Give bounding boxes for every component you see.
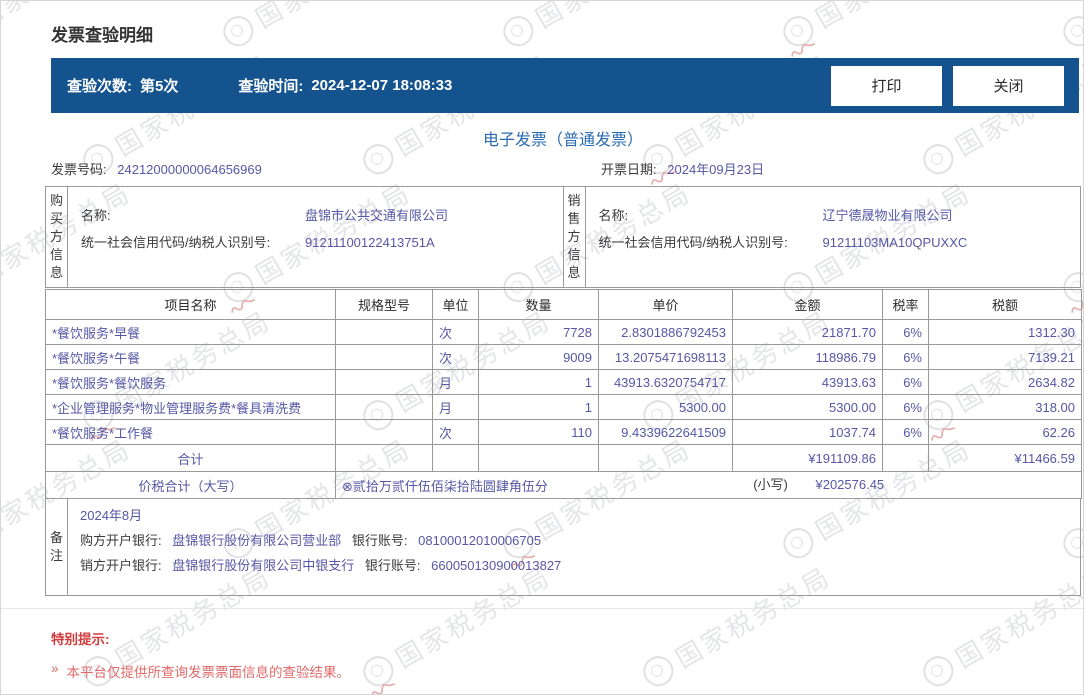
buyer-bank-label: 购方开户银行:: [80, 533, 162, 548]
invoice-date-value: 2024年09月23日: [667, 162, 765, 177]
tax-bureau-emblem-icon: [1057, 10, 1083, 52]
grand-total-small-label: (小写): [753, 477, 788, 492]
buyer-name-label: 名称:: [81, 208, 111, 223]
chevron-bullet-icon: »: [51, 661, 59, 676]
buyer-account-value: 08100012010006705: [418, 533, 542, 548]
buyer-name-value: 盘锦市公共交通有限公司: [305, 208, 449, 223]
seller-account-value: 660050130900013827: [431, 558, 562, 573]
seller-name-label: 名称:: [598, 208, 629, 223]
total-label: 合计: [45, 444, 336, 472]
check-time-value: 2024-12-07 18:08:33: [311, 77, 453, 94]
invoice-type-title: 电子发票（普通发票）: [482, 132, 643, 149]
col-header-item-name: 项目名称: [45, 289, 336, 320]
grand-total-words: ⊗贰拾万贰仟伍佰柒拾陆圆肆角伍分: [342, 478, 548, 494]
seller-account-label: 银行账号:: [364, 558, 421, 573]
invoice-number-row: 发票号码: 24212000000064656969 开票日期: 2024年09…: [45, 160, 1081, 180]
col-header-amount: 金额: [732, 289, 883, 320]
col-header-tax: 税额: [928, 289, 1082, 320]
seller-bank-value: 盘锦银行股份有限公司中银支行: [172, 558, 355, 573]
total-row: 合计 ¥191109.86 ¥11466.59: [45, 444, 1082, 472]
grand-total-small-value: ¥202576.45: [815, 477, 885, 492]
buyer-side-label: 购买方信息: [46, 187, 68, 287]
grand-total-row: 价税合计（大写） ⊗贰拾万贰仟伍佰柒拾陆圆肆角伍分 (小写) ¥202576.4…: [45, 471, 1082, 499]
watermark-item: 国家税务总局: [216, 1, 417, 54]
total-tax: ¥11466.59: [928, 444, 1082, 472]
check-count-label: 查验次数:: [67, 78, 132, 95]
invoice-verification-page: 国家税务总局 国家税务总局 国家税务总局 国家税务总局 国家税务总局 国家税务总局 国家税务…: [0, 0, 1084, 695]
table-row: *餐饮服务*早餐 次 7728 2.8301886792453 21871.70…: [45, 319, 1082, 345]
total-amount: ¥191109.86: [732, 444, 883, 472]
remarks-period: 2024年8月: [80, 508, 143, 523]
buyer-section: 购买方信息 名称: 盘锦市公共交通有限公司 统一社会信用代码/纳税人识别号: 9…: [46, 187, 564, 287]
line-items-table: 项目名称 规格型号 单位 数量 单价 金额 税率 税额 *餐饮服务*早餐 次 7…: [45, 289, 1082, 499]
seller-taxid-label: 统一社会信用代码/纳税人识别号:: [598, 235, 788, 250]
seller-section: 销售方信息 名称: 辽宁德晟物业有限公司 统一社会信用代码/纳税人识别号: 91…: [564, 187, 1081, 287]
col-header-rate: 税率: [882, 289, 929, 320]
col-header-spec: 规格型号: [335, 289, 433, 320]
buyer-taxid-value: 91211100122413751A: [305, 235, 435, 250]
remarks-box: 备注 2024年8月 购方开户银行: 盘锦银行股份有限公司营业部 银行账号: 0…: [45, 498, 1081, 596]
tax-bureau-emblem-icon: [497, 10, 539, 52]
table-row: *企业管理服务*物业管理服务费*餐具清洗费 月 1 5300.00 5300.0…: [45, 394, 1082, 420]
watermark-item: 国家税务总局: [776, 1, 977, 57]
tax-bureau-emblem-icon: [217, 10, 259, 52]
seller-name-value: 辽宁德晟物业有限公司: [822, 208, 953, 223]
verification-toolbar: 查验次数: 第5次 查验时间: 2024-12-07 18:08:33 打印 关…: [51, 58, 1079, 113]
seller-side-label: 销售方信息: [564, 187, 586, 287]
remarks-seller-bank-line: 销方开户银行: 盘锦银行股份有限公司中银支行 银行账号: 66005013090…: [80, 553, 1070, 578]
col-header-unit: 单位: [432, 289, 479, 320]
check-count-value: 第5次: [140, 78, 179, 95]
col-header-price: 单价: [598, 289, 733, 320]
close-button[interactable]: 关闭: [953, 65, 1064, 106]
seller-bank-label: 销方开户银行:: [80, 558, 162, 573]
special-notice-footer: 特别提示: » 本平台仅提供所查询发票票面信息的查验结果。 » 若发现发票查验结…: [1, 608, 1083, 694]
col-header-qty: 数量: [478, 289, 599, 320]
watermark-item: 国家税务总局: [1056, 1, 1083, 54]
buyer-account-label: 银行账号:: [351, 533, 408, 548]
table-row: *餐饮服务*午餐 次 9009 13.2075471698113 118986.…: [45, 344, 1082, 370]
grand-total-label: 价税合计（大写）: [45, 471, 336, 499]
grand-total-small: (小写) ¥202576.45: [753, 473, 885, 498]
invoice-document: 电子发票（普通发票） 发票号码: 24212000000064656969 开票…: [45, 119, 1082, 596]
buyer-taxid-label: 统一社会信用代码/纳税人识别号:: [81, 235, 271, 250]
table-row: *餐饮服务*工作餐 次 110 9.4339622641509 1037.74 …: [45, 419, 1082, 445]
invoice-number-value: 24212000000064656969: [117, 162, 262, 177]
red-seal-mark-icon: [791, 42, 816, 57]
remarks-buyer-bank-line: 购方开户银行: 盘锦银行股份有限公司营业部 银行账号: 081000120100…: [80, 528, 1070, 553]
special-notice-item: » 本平台仅提供所查询发票票面信息的查验结果。: [51, 661, 351, 680]
remarks-side-label: 备注: [46, 499, 68, 595]
invoice-date-label: 开票日期:: [601, 162, 657, 177]
print-button[interactable]: 打印: [831, 65, 942, 106]
table-row: *餐饮服务*餐饮服务 月 1 43913.6320754717 43913.63…: [45, 369, 1082, 395]
check-time-label: 查验时间:: [238, 78, 304, 95]
tax-bureau-emblem-icon: [777, 10, 819, 52]
buyer-bank-value: 盘锦银行股份有限公司营业部: [172, 533, 342, 548]
page-title: 发票查验明细: [51, 26, 153, 45]
invoice-number-label: 发票号码:: [51, 162, 107, 177]
special-notice-title: 特别提示:: [51, 632, 110, 647]
seller-taxid-value: 91211103MA10QPUXXC: [822, 235, 968, 250]
party-info-box: 购买方信息 名称: 盘锦市公共交通有限公司 统一社会信用代码/纳税人识别号: 9…: [45, 186, 1081, 288]
table-header-row: 项目名称 规格型号 单位 数量 单价 金额 税率 税额: [45, 289, 1082, 320]
watermark-item: 国家税务总局: [496, 1, 697, 54]
